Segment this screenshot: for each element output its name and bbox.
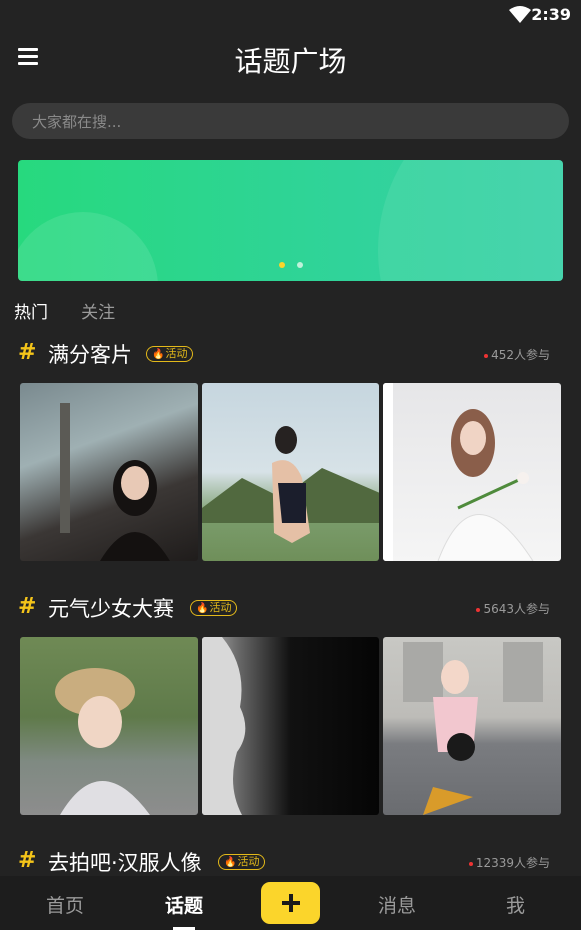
hot-dot-icon <box>468 861 473 866</box>
nav-home[interactable]: 首页 <box>46 891 84 918</box>
topic-photo[interactable] <box>201 383 380 561</box>
activity-badge: 🔥活动 <box>190 600 238 616</box>
search-input[interactable]: 大家都在搜... <box>12 103 569 139</box>
fire-icon: 🔥 <box>152 349 165 360</box>
bottom-nav: 首页 话题 消息 我 <box>0 876 581 930</box>
fire-icon: 🔥 <box>224 857 237 868</box>
status-bar: 2:39 <box>0 0 581 32</box>
participant-count: 12339人参与 <box>468 854 550 871</box>
banner-pagination <box>18 253 563 272</box>
status-time: 2:39 <box>531 5 571 24</box>
topic-header: # 去拍吧·汉服人像 🔥活动 12339人参与 <box>0 846 581 878</box>
tab-following[interactable]: 关注 <box>81 298 115 323</box>
tab-hot[interactable]: 热门 <box>14 298 48 323</box>
wifi-icon <box>509 6 531 23</box>
hot-dot-icon <box>484 353 489 358</box>
feed-tabs: 热门 关注 <box>14 298 143 324</box>
topic-photos <box>20 383 562 561</box>
topic-photo[interactable] <box>383 383 562 561</box>
search-placeholder: 大家都在搜... <box>32 112 122 131</box>
hashtag-icon: # <box>18 594 37 619</box>
topic-title: 元气少女大赛 <box>48 597 174 621</box>
topic-photo[interactable] <box>383 637 562 815</box>
participant-count: 452人参与 <box>484 346 550 363</box>
participant-count: 5643人参与 <box>476 600 550 617</box>
topic-photo[interactable] <box>20 637 198 815</box>
add-post-button[interactable] <box>261 882 320 924</box>
topic-header: # 元气少女大赛 🔥活动 5643人参与 <box>0 592 581 624</box>
hot-dot-icon <box>476 607 481 612</box>
page-title: 话题广场 <box>234 45 347 78</box>
topic-photo[interactable] <box>201 637 380 815</box>
banner-dot-active[interactable] <box>278 262 285 268</box>
topic-header: # 满分客片 🔥活动 452人参与 <box>0 338 581 370</box>
activity-badge: 🔥活动 <box>146 346 194 362</box>
promo-banner[interactable] <box>18 160 563 281</box>
topic-card[interactable]: # 元气少女大赛 🔥活动 5643人参与 <box>0 592 581 822</box>
hashtag-icon: # <box>18 848 37 873</box>
hashtag-icon: # <box>18 340 37 365</box>
fire-icon: 🔥 <box>196 603 209 614</box>
banner-dot[interactable] <box>296 262 303 268</box>
topic-photo[interactable] <box>20 383 198 561</box>
nav-messages[interactable]: 消息 <box>378 891 416 918</box>
nav-topics[interactable]: 话题 <box>165 891 203 918</box>
header: 话题广场 <box>0 32 581 86</box>
topic-card[interactable]: # 满分客片 🔥活动 452人参与 <box>0 338 581 568</box>
topic-title: 满分客片 <box>48 343 132 367</box>
activity-badge: 🔥活动 <box>218 854 266 870</box>
nav-me[interactable]: 我 <box>506 891 525 918</box>
topic-title: 去拍吧·汉服人像 <box>48 851 202 875</box>
topic-photos <box>20 637 562 815</box>
plus-icon <box>281 894 300 912</box>
